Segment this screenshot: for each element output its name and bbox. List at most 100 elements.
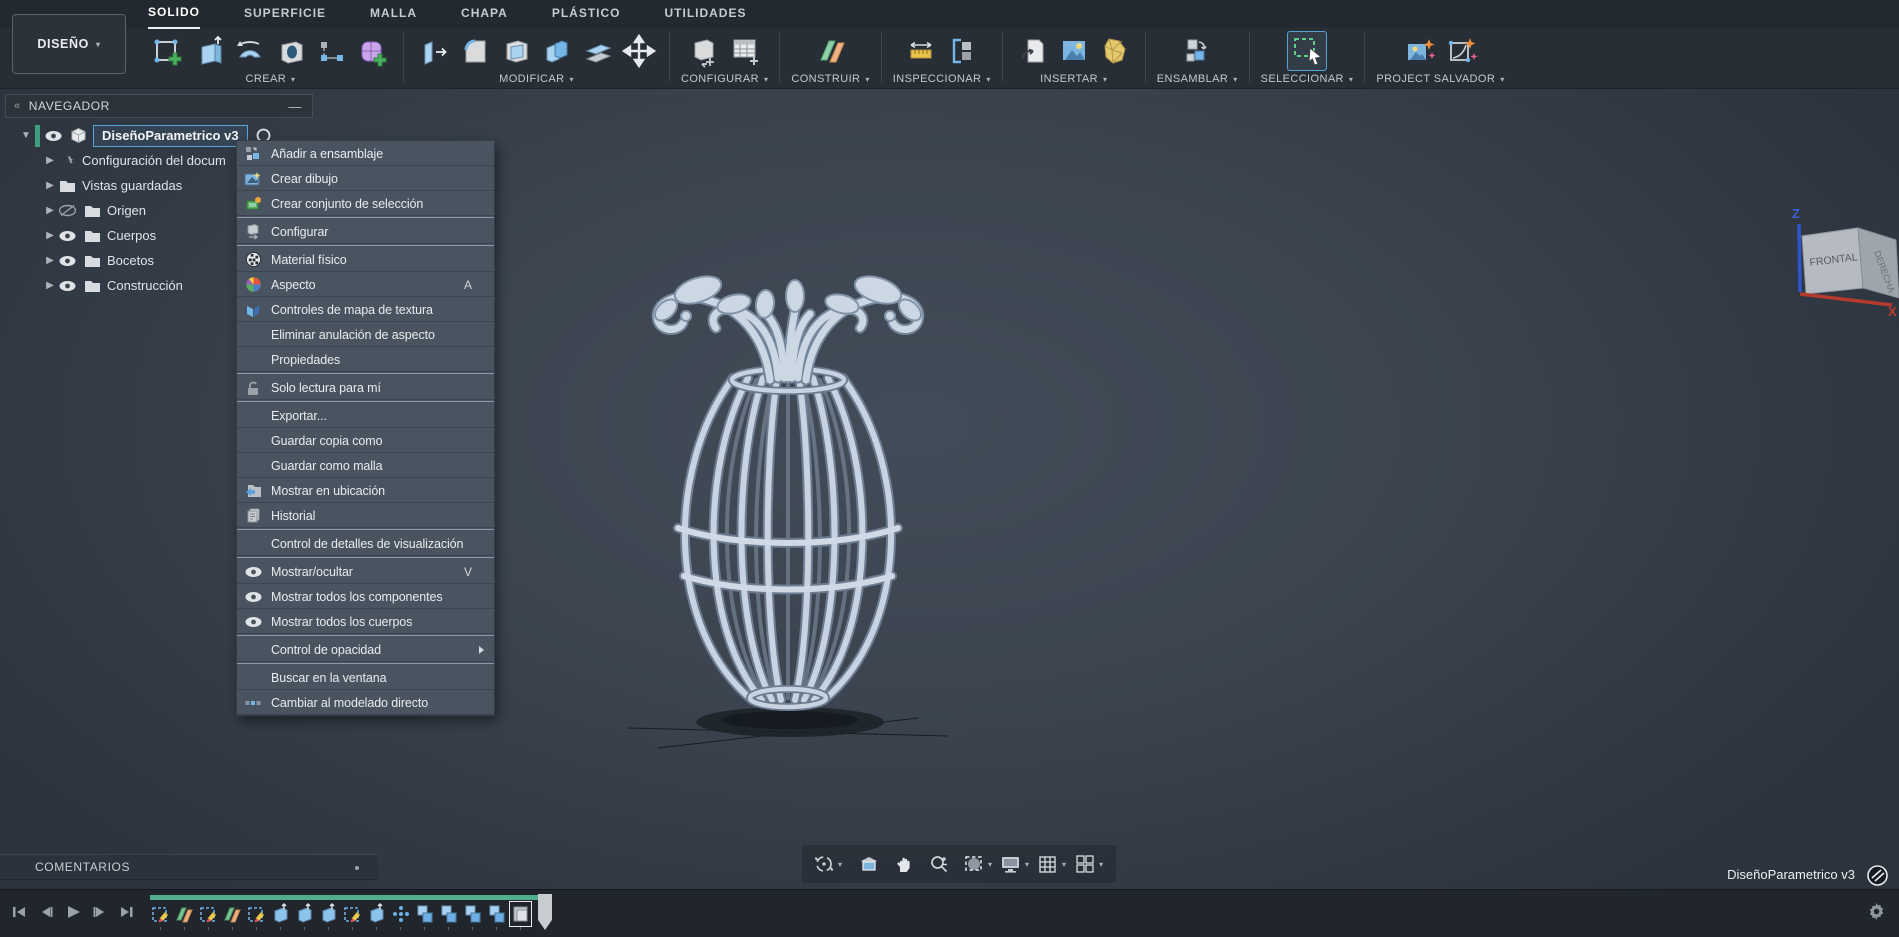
tab-chapa[interactable]: CHAPA <box>461 0 508 28</box>
skip-end-icon[interactable] <box>118 903 136 921</box>
insert-mesh-icon[interactable] <box>1096 32 1134 70</box>
eye-icon[interactable] <box>57 277 77 295</box>
collapse-panel-icon[interactable]: « <box>14 100 21 112</box>
timeline-feature-join[interactable] <box>486 902 507 926</box>
chevron-down-icon[interactable]: ▼ <box>19 130 33 141</box>
orbit-icon[interactable] <box>810 851 837 878</box>
tab-utilidades[interactable]: UTILIDADES <box>664 0 746 28</box>
timeline-feature-plane[interactable] <box>222 902 243 926</box>
viewports-icon[interactable] <box>1071 851 1098 878</box>
menu-item-switch-direct-modeling[interactable]: Cambiar al modelado directo <box>237 690 494 715</box>
group-label-ensamblar[interactable]: ENSAMBLAR ▾ <box>1157 73 1238 85</box>
group-label-crear[interactable]: CREAR ▾ <box>246 73 296 85</box>
pan-icon[interactable] <box>890 851 917 878</box>
tab-plastico[interactable]: PLÁSTICO <box>552 0 621 28</box>
menu-item-find-in-window[interactable]: Buscar en la ventana <box>237 665 494 690</box>
timeline-feature-sketch[interactable] <box>342 902 363 926</box>
display-dropdown-caret-icon[interactable]: ▾ <box>1025 860 1029 869</box>
eye-icon[interactable] <box>57 227 77 245</box>
grid-icon[interactable] <box>1034 851 1061 878</box>
chevron-right-icon[interactable]: ▶ <box>43 155 57 166</box>
grid-dropdown-caret-icon[interactable]: ▾ <box>1062 860 1066 869</box>
timeline-feature-sketch[interactable] <box>150 902 171 926</box>
display-settings-icon[interactable] <box>997 851 1024 878</box>
extrude-icon[interactable] <box>190 32 228 70</box>
chevron-right-icon[interactable]: ▶ <box>43 280 57 291</box>
fit-dropdown-caret-icon[interactable]: ▾ <box>988 860 992 869</box>
chevron-right-icon[interactable]: ▶ <box>43 255 57 266</box>
look-at-icon[interactable] <box>855 851 882 878</box>
tab-malla[interactable]: MALLA <box>370 0 417 28</box>
timeline-feature-join[interactable] <box>438 902 459 926</box>
timeline-feature-extrude[interactable] <box>294 902 315 926</box>
menu-item-show-hide[interactable]: Mostrar/ocultar V <box>237 559 494 584</box>
timeline-feature-pattern[interactable] <box>390 902 411 926</box>
shell-icon[interactable] <box>497 32 535 70</box>
canvas-icon[interactable] <box>1055 32 1093 70</box>
move-icon[interactable] <box>620 32 658 70</box>
menu-item-remove-appearance-override[interactable]: Eliminar anulación de aspecto <box>237 322 494 347</box>
timeline-feature-join[interactable] <box>462 902 483 926</box>
tab-solido[interactable]: SOLIDO <box>148 0 201 29</box>
create-form-icon[interactable] <box>354 32 392 70</box>
timeline-feature-plane[interactable] <box>174 902 195 926</box>
menu-item-save-as-mesh[interactable]: Guardar como malla <box>237 453 494 478</box>
timeline-feature-extrude[interactable] <box>366 902 387 926</box>
group-label-project-salvador[interactable]: PROJECT SALVADOR ▾ <box>1376 73 1504 85</box>
step-forward-icon[interactable] <box>91 903 109 921</box>
group-label-modificar[interactable]: MODIFICAR ▾ <box>499 73 574 85</box>
group-label-seleccionar[interactable]: SELECCIONAR ▾ <box>1261 73 1354 85</box>
menu-item-appearance[interactable]: Aspecto A <box>237 272 494 297</box>
minimize-panel-icon[interactable]: — <box>288 99 302 114</box>
chevron-right-icon[interactable]: ▶ <box>43 230 57 241</box>
collaborator-avatar-icon[interactable] <box>1866 864 1889 890</box>
revolve-icon[interactable] <box>231 32 269 70</box>
design-workspace-button[interactable]: DISEÑO ▾ <box>12 14 126 74</box>
menu-item-show-all-bodies[interactable]: Mostrar todos los cuerpos <box>237 609 494 634</box>
viewports-dropdown-caret-icon[interactable]: ▾ <box>1099 860 1103 869</box>
create-sketch-icon[interactable] <box>149 32 187 70</box>
zoom-icon[interactable] <box>925 851 952 878</box>
root-component-label[interactable]: DiseñoParametrico v3 <box>93 124 248 147</box>
offset-face-icon[interactable] <box>579 32 617 70</box>
view-cube[interactable]: Z X FRONTAL DERECHA <box>1770 204 1899 316</box>
ai-sketch-icon[interactable] <box>1442 32 1480 70</box>
fit-icon[interactable] <box>960 851 987 878</box>
timeline-feature-join[interactable] <box>414 902 435 926</box>
menu-item-configure[interactable]: Configurar <box>237 219 494 244</box>
timeline-settings-gear-icon[interactable] <box>1867 902 1886 926</box>
menu-item-properties[interactable]: Propiedades <box>237 347 494 372</box>
group-label-construir[interactable]: CONSTRUIR ▾ <box>791 73 869 85</box>
chevron-right-icon[interactable]: ▶ <box>43 205 57 216</box>
menu-item-create-selection-set[interactable]: Crear conjunto de selección <box>237 191 494 216</box>
chevron-right-icon[interactable]: ▶ <box>43 180 57 191</box>
timeline-feature-sketch[interactable] <box>246 902 267 926</box>
ai-render-icon[interactable] <box>1401 32 1439 70</box>
timeline-feature-extrude[interactable] <box>270 902 291 926</box>
comments-panel-bar[interactable]: COMENTARIOS <box>0 854 378 880</box>
menu-item-save-copy-as[interactable]: Guardar copia como <box>237 428 494 453</box>
menu-item-history[interactable]: Historial <box>237 503 494 528</box>
press-pull-icon[interactable] <box>415 32 453 70</box>
timeline-feature-sketch[interactable] <box>198 902 219 926</box>
select-icon[interactable] <box>1286 31 1327 71</box>
eye-slash-icon[interactable] <box>57 202 77 220</box>
menu-item-physical-material[interactable]: Material físico <box>237 247 494 272</box>
configure-icon[interactable] <box>685 32 723 70</box>
tab-superficie[interactable]: SUPERFICIE <box>244 0 326 28</box>
eye-icon[interactable] <box>57 252 77 270</box>
menu-item-texture-map-controls[interactable]: Controles de mapa de textura <box>237 297 494 322</box>
group-label-configurar[interactable]: CONFIGURAR ▾ <box>681 73 768 85</box>
timeline-feature-end[interactable] <box>509 901 532 927</box>
menu-item-export[interactable]: Exportar... <box>237 403 494 428</box>
measure-icon[interactable] <box>902 32 940 70</box>
eye-icon[interactable] <box>43 127 63 145</box>
menu-item-show-in-location[interactable]: Mostrar en ubicación <box>237 478 494 503</box>
insert-derive-icon[interactable] <box>1014 32 1052 70</box>
menu-item-opacity-control[interactable]: Control de opacidad <box>237 637 494 662</box>
timeline-feature-extrude[interactable] <box>318 902 339 926</box>
skip-start-icon[interactable] <box>10 903 28 921</box>
menu-drag-grip[interactable] <box>355 866 359 870</box>
rectangular-pattern-icon[interactable] <box>313 32 351 70</box>
menu-item-add-to-assembly[interactable]: Añadir a ensamblaje <box>237 141 494 166</box>
